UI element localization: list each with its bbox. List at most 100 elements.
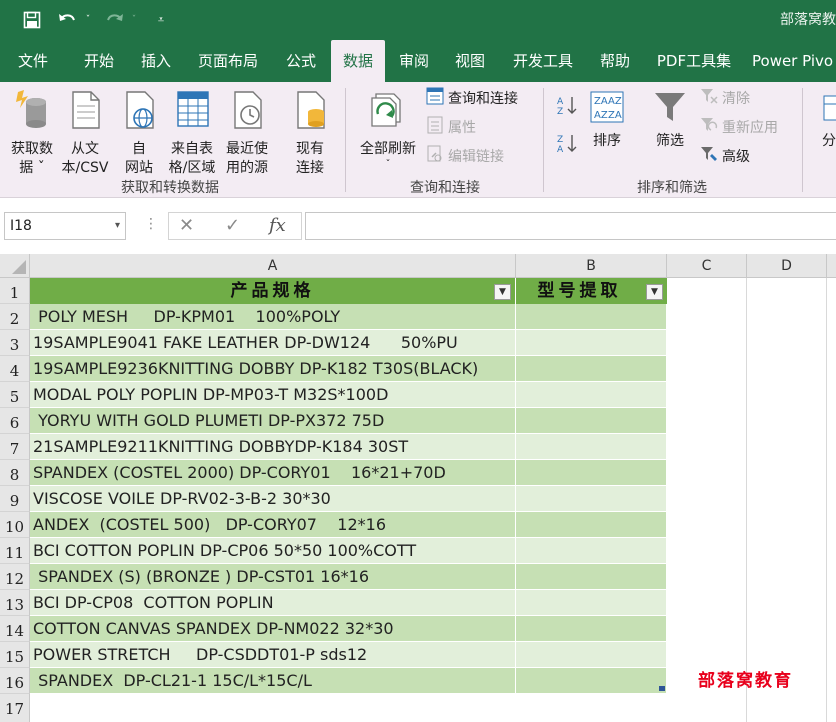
row-header[interactable]: 1 — [0, 278, 30, 304]
row-header[interactable]: 11 — [0, 538, 30, 564]
from-table-range-button[interactable]: 来自表 格/区域 — [164, 88, 220, 178]
get-data-button[interactable]: 获取数 据 ˇ — [4, 88, 60, 178]
table-cell[interactable]: 21SAMPLE9211KNITTING DOBBYDP-K184 30ST — [30, 434, 516, 460]
tab-power-pivot[interactable]: Power Pivo — [752, 40, 836, 82]
save-icon[interactable] — [20, 8, 44, 32]
column-header-c[interactable]: C — [667, 254, 747, 278]
cancel-icon[interactable]: ✕ — [179, 215, 194, 236]
properties-button[interactable]: 属性 — [426, 116, 476, 138]
table-cell[interactable] — [516, 668, 667, 694]
advanced-filter-button[interactable]: 高级 — [700, 145, 750, 167]
customize-qat-icon[interactable]: ⩡ — [154, 8, 168, 32]
table-cell[interactable] — [516, 434, 667, 460]
tab-data[interactable]: 数据 — [331, 40, 385, 82]
tab-review[interactable]: 审阅 — [389, 40, 439, 82]
text-to-columns-button[interactable]: 分 — [816, 90, 836, 151]
table-cell[interactable] — [516, 304, 667, 330]
row-header[interactable]: 17 — [0, 694, 30, 722]
row-header[interactable]: 13 — [0, 590, 30, 616]
from-web-button[interactable]: 自 网站 — [114, 88, 164, 178]
sort-ascending-button[interactable]: AZ — [556, 96, 582, 118]
tab-view[interactable]: 视图 — [445, 40, 495, 82]
table-cell[interactable]: SPANDEX DP-CL21-1 15C/L*15C/L — [30, 668, 516, 694]
table-cell[interactable] — [516, 642, 667, 668]
row-header[interactable]: 16 — [0, 668, 30, 694]
row-header[interactable]: 7 — [0, 434, 30, 460]
formula-input[interactable] — [305, 212, 836, 240]
enter-icon[interactable]: ✓ — [225, 215, 240, 236]
filter-button[interactable]: 筛选 — [648, 90, 692, 151]
table-cell[interactable]: 19SAMPLE9041 FAKE LEATHER DP-DW124 50%PU — [30, 330, 516, 356]
row-header[interactable]: 2 — [0, 304, 30, 330]
chevron-down-icon[interactable]: ▾ — [115, 213, 120, 239]
undo-dropdown-icon[interactable]: ˇ — [82, 8, 94, 32]
table-cell[interactable]: POLY MESH DP-KPM01 100%POLY — [30, 304, 516, 330]
row-header[interactable]: 6 — [0, 408, 30, 434]
table-cell[interactable]: BCI COTTON POPLIN DP-CP06 50*50 100%COTT — [30, 538, 516, 564]
tab-developer[interactable]: 开发工具 — [505, 40, 581, 82]
reapply-button[interactable]: 重新应用 — [700, 116, 778, 138]
redo-icon[interactable] — [103, 8, 127, 32]
row-header[interactable]: 14 — [0, 616, 30, 642]
existing-connections-button[interactable]: 现有 连接 — [284, 88, 336, 178]
table-cell[interactable] — [516, 356, 667, 382]
row-header[interactable]: 8 — [0, 460, 30, 486]
tab-pdf-tools[interactable]: PDF工具集 — [650, 40, 738, 82]
tab-help[interactable]: 帮助 — [590, 40, 640, 82]
column-header-a[interactable]: A — [30, 254, 516, 278]
table-resize-handle[interactable] — [659, 686, 665, 691]
filter-dropdown-icon[interactable]: ▼ — [646, 284, 663, 300]
table-cell[interactable] — [516, 512, 667, 538]
table-cell[interactable] — [516, 330, 667, 356]
tab-home[interactable]: 开始 — [74, 40, 124, 82]
row-header[interactable]: 12 — [0, 564, 30, 590]
table-cell[interactable]: 19SAMPLE9236KNITTING DOBBY DP-K182 T30S(… — [30, 356, 516, 382]
from-text-csv-button[interactable]: 从文 本/CSV — [58, 88, 112, 178]
insert-function-icon[interactable]: fx — [269, 215, 286, 236]
queries-connections-button[interactable]: 查询和连接 — [426, 87, 518, 109]
table-cell[interactable]: VISCOSE VOILE DP-RV02-3-B-2 30*30 — [30, 486, 516, 512]
table-cell[interactable] — [516, 486, 667, 512]
column-header-b[interactable]: B — [516, 254, 667, 278]
table-cell[interactable]: ANDEX (COSTEL 500) DP-CORY07 12*16 — [30, 512, 516, 538]
table-cell[interactable] — [516, 538, 667, 564]
table-cell[interactable] — [516, 616, 667, 642]
table-cell[interactable]: YORYU WITH GOLD PLUMETI DP-PX372 75D — [30, 408, 516, 434]
table-cell[interactable]: MODAL POLY POPLIN DP-MP03-T M32S*100D — [30, 382, 516, 408]
row-header[interactable]: 4 — [0, 356, 30, 382]
tab-page-layout[interactable]: 页面布局 — [190, 40, 266, 82]
column-header-d[interactable]: D — [747, 254, 827, 278]
row-header[interactable]: 5 — [0, 382, 30, 408]
table-cell[interactable]: COTTON CANVAS SPANDEX DP-NM022 32*30 — [30, 616, 516, 642]
table-cell[interactable]: BCI DP-CP08 COTTON POPLIN — [30, 590, 516, 616]
recent-sources-button[interactable]: 最近使 用的源 — [220, 88, 274, 178]
sort-button[interactable]: ZA AZ AZ ZA 排序 — [586, 90, 628, 151]
undo-icon[interactable] — [55, 8, 79, 32]
row-header[interactable]: 10 — [0, 512, 30, 538]
tab-insert[interactable]: 插入 — [131, 40, 181, 82]
redo-dropdown-icon[interactable]: ˇ — [128, 8, 140, 32]
drag-handle-icon[interactable]: ⋮ — [144, 216, 158, 232]
column-header-e[interactable] — [827, 254, 836, 278]
clear-filter-button[interactable]: 清除 — [700, 87, 750, 109]
sort-descending-button[interactable]: ZA — [556, 134, 582, 156]
row-header[interactable]: 3 — [0, 330, 30, 356]
edit-links-button[interactable]: 编辑链接 — [426, 145, 504, 167]
table-cell[interactable] — [516, 460, 667, 486]
table-header-model-extract[interactable]: 型号提取 ▼ — [516, 278, 667, 304]
filter-dropdown-icon[interactable]: ▼ — [494, 284, 511, 300]
table-cell[interactable] — [516, 408, 667, 434]
row-header[interactable]: 9 — [0, 486, 30, 512]
tab-formulas[interactable]: 公式 — [276, 40, 326, 82]
table-cell[interactable]: SPANDEX (COSTEL 2000) DP-CORY01 16*21+70… — [30, 460, 516, 486]
table-cell[interactable] — [516, 564, 667, 590]
table-cell[interactable] — [516, 382, 667, 408]
row-header[interactable]: 15 — [0, 642, 30, 668]
refresh-all-button[interactable]: 全部刷新 ˇ — [354, 88, 422, 171]
tab-file[interactable]: 文件 — [8, 40, 58, 82]
table-header-product-spec[interactable]: 产品规格 ▼ — [30, 278, 516, 304]
table-cell[interactable] — [516, 590, 667, 616]
table-cell[interactable]: SPANDEX (S) (BRONZE ) DP-CST01 16*16 — [30, 564, 516, 590]
name-box[interactable]: I18 ▾ — [4, 212, 126, 240]
select-all-button[interactable] — [0, 254, 30, 278]
